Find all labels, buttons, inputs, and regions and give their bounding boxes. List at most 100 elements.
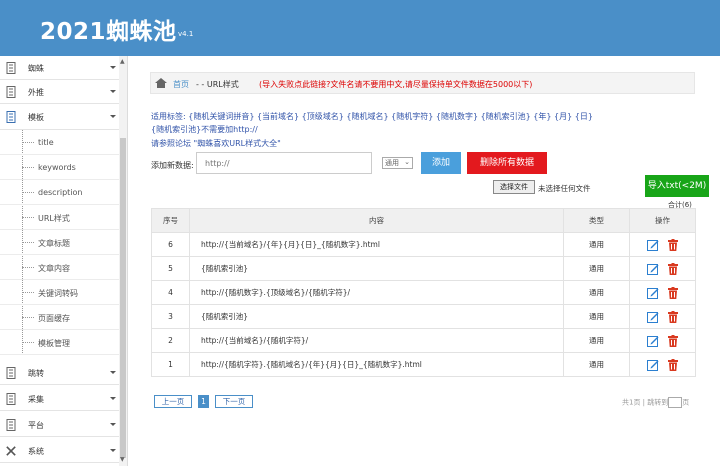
row-content: http://{随机字符}.{随机域名}/{年}{月}{日}_{随机数字}.ht…	[189, 352, 564, 377]
sidebar-item-label: 蜘蛛	[28, 64, 44, 73]
sidebar-item-template[interactable]: 模板	[0, 104, 120, 130]
sidebar-scrollbar[interactable]: ▲ ▼	[119, 56, 127, 466]
scroll-down-arrow-icon[interactable]: ▼	[120, 456, 125, 463]
add-data-label: 添加新数据:	[151, 161, 194, 170]
chevron-down-icon	[110, 449, 116, 452]
edit-icon[interactable]	[646, 239, 659, 251]
row-number: 6	[151, 232, 190, 257]
sidebar-item-system[interactable]: 系统	[0, 439, 120, 463]
edit-icon[interactable]	[646, 311, 659, 323]
breadcrumb-current: - - URL样式	[196, 80, 239, 89]
trash-icon[interactable]	[667, 358, 679, 371]
top-header: 2021蜘蛛池 v4.1	[0, 0, 720, 56]
trash-icon[interactable]	[667, 334, 679, 347]
pagination-info: 共1页 | 跳转到页	[622, 397, 690, 408]
chevron-down-icon	[110, 90, 116, 93]
sidebar-item-collect[interactable]: 采集	[0, 387, 120, 411]
sidebar-subitem-label: 文章标题	[38, 239, 70, 248]
scroll-up-arrow-icon[interactable]: ▲	[120, 58, 125, 65]
jump-page-input[interactable]	[668, 397, 683, 408]
url-input[interactable]	[196, 152, 372, 174]
tree-connector	[22, 292, 34, 293]
tree-connector	[22, 317, 34, 318]
sidebar-subitem[interactable]: 页面缓存	[0, 305, 120, 330]
sidebar-subitem[interactable]: 模板管理	[0, 330, 120, 355]
row-number: 1	[151, 352, 190, 377]
file-status: 未选择任何文件	[538, 184, 591, 193]
edit-icon[interactable]	[646, 335, 659, 347]
document-icon	[6, 367, 16, 379]
table-row: 2 http://{当前域名}/{随机字符}/通用	[151, 328, 696, 353]
add-button[interactable]: 添加	[421, 152, 461, 174]
row-actions	[629, 304, 696, 329]
delete-all-button[interactable]: 删除所有数据	[467, 152, 547, 174]
row-content: http://{当前域名}/{年}{月}{日}_{随机数字}.html	[189, 232, 564, 257]
page-1-button[interactable]: 1	[198, 395, 209, 408]
row-type: 通用	[563, 256, 630, 281]
sidebar-item-label: 外推	[28, 88, 44, 97]
row-number: 3	[151, 304, 190, 329]
breadcrumb: 首页 - - URL样式 (导入失败点此链接?文件名请不要用中文,请尽量保持单文…	[150, 72, 695, 94]
sidebar-subitem-label: title	[38, 138, 54, 147]
chevron-down-icon	[110, 66, 116, 69]
forum-reference-link[interactable]: 请参照论坛 "蜘蛛喜欢URL样式大全"	[151, 138, 281, 149]
trash-icon[interactable]	[667, 286, 679, 299]
type-select[interactable]: 通用 ⌄	[382, 157, 413, 169]
sidebar-item-spider[interactable]: 蜘蛛	[0, 56, 120, 80]
row-content: http://{随机数字}.{顶级域名}/{随机字符}/	[189, 280, 564, 305]
sidebar-item-label: 跳转	[28, 369, 44, 378]
breadcrumb-home-link[interactable]: 首页	[173, 79, 189, 90]
row-actions	[629, 328, 696, 353]
document-icon	[6, 62, 16, 74]
sidebar-subitem[interactable]: 关键词转码	[0, 280, 120, 305]
tree-connector	[22, 142, 34, 143]
tree-connector	[22, 192, 34, 193]
sidebar-subitem[interactable]: URL样式	[0, 205, 120, 230]
table-row: 6 http://{当前域名}/{年}{月}{日}_{随机数字}.html 通用	[151, 232, 696, 257]
sidebar-subitem-label: 关键词转码	[38, 289, 78, 298]
row-actions	[629, 232, 696, 257]
sidebar-subitem-label: URL样式	[38, 214, 70, 223]
prev-page-button[interactable]: 上一页	[154, 395, 192, 408]
sidebar-item-outreach[interactable]: 外推	[0, 80, 120, 104]
sidebar-subitem[interactable]: keywords	[0, 155, 120, 180]
scrollbar-thumb[interactable]	[120, 138, 126, 458]
main-content: 首页 - - URL样式 (导入失败点此链接?文件名请不要用中文,请尽量保持单文…	[140, 56, 710, 466]
column-header-content: 内容	[189, 208, 564, 233]
row-type: 通用	[563, 232, 630, 257]
import-txt-button[interactable]: 导入txt(<2M)	[645, 175, 709, 197]
sidebar-item-label: 模板	[28, 113, 44, 122]
import-failure-link[interactable]: (导入失败点此链接?文件名请不要用中文,请尽量保持单文件数据在5000以下)	[259, 79, 532, 90]
home-icon	[155, 78, 167, 88]
row-content: {随机索引池}	[189, 304, 564, 329]
edit-icon[interactable]	[646, 359, 659, 371]
choose-file-button[interactable]: 选择文件	[493, 180, 535, 194]
sidebar-subitem[interactable]: description	[0, 180, 120, 205]
trash-icon[interactable]	[667, 238, 679, 251]
wrench-icon	[6, 446, 16, 456]
row-content: http://{当前域名}/{随机字符}/	[189, 328, 564, 353]
trash-icon[interactable]	[667, 310, 679, 323]
chevron-down-icon	[110, 115, 116, 118]
row-type: 通用	[563, 280, 630, 305]
edit-icon[interactable]	[646, 263, 659, 275]
app-logo: 2021蜘蛛池	[40, 19, 177, 45]
document-icon	[6, 393, 16, 405]
row-type: 通用	[563, 352, 630, 377]
sidebar-subitem[interactable]: 文章标题	[0, 230, 120, 255]
index-pool-hint: {随机索引池}不需要加http://	[151, 125, 258, 134]
sidebar-item-platform[interactable]: 平台	[0, 413, 120, 437]
sidebar-item-label: 平台	[28, 421, 44, 430]
tree-connector	[22, 167, 34, 168]
tags-hint: 适用标签: {随机关键词拼音} {当前域名} {顶级域名} {随机域名} {随机…	[151, 112, 593, 121]
row-actions	[629, 256, 696, 281]
sidebar-item-label: 系统	[28, 447, 44, 456]
row-actions	[629, 352, 696, 377]
sidebar-item-redirect[interactable]: 跳转	[0, 361, 120, 385]
edit-icon[interactable]	[646, 287, 659, 299]
sidebar-subitem[interactable]: title	[0, 130, 120, 155]
column-header-no: 序号	[151, 208, 190, 233]
next-page-button[interactable]: 下一页	[215, 395, 253, 408]
trash-icon[interactable]	[667, 262, 679, 275]
sidebar-subitem[interactable]: 文章内容	[0, 255, 120, 280]
